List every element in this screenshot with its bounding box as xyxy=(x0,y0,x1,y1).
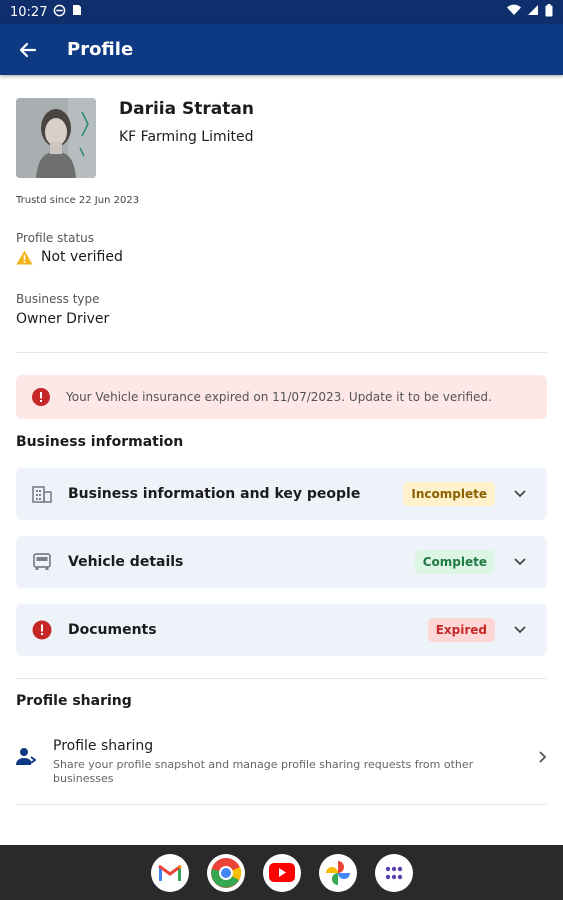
gmail-icon[interactable] xyxy=(150,853,189,892)
card-label: Business information and key people xyxy=(68,486,361,502)
chevron-down-icon[interactable] xyxy=(509,551,531,573)
business-type-value: Owner Driver xyxy=(16,311,110,327)
alert-text: Your Vehicle insurance expired on 11/07/… xyxy=(66,390,492,404)
signal-icon xyxy=(527,4,539,20)
error-icon xyxy=(32,620,52,640)
divider xyxy=(16,804,547,805)
app-bar: Profile xyxy=(0,24,563,75)
status-badge: Expired xyxy=(427,618,495,642)
error-icon xyxy=(32,388,50,406)
profile-sharing-title: Profile sharing xyxy=(16,693,132,709)
share-item-description: Share your profile snapshot and manage p… xyxy=(53,758,474,785)
dock xyxy=(0,845,563,900)
documents-card[interactable]: Documents Expired xyxy=(16,604,547,656)
profile-status-text: Not verified xyxy=(41,249,123,265)
profile-content[interactable]: Dariia Stratan KF Farming Limited Trustd… xyxy=(0,75,563,845)
share-item-title: Profile sharing xyxy=(53,738,154,754)
profile-company: KF Farming Limited xyxy=(119,129,254,145)
vpn-icon xyxy=(53,4,66,21)
truck-icon xyxy=(33,553,51,570)
apps-icon[interactable] xyxy=(374,853,413,892)
status-badge: Complete xyxy=(414,550,495,574)
wifi-icon xyxy=(507,4,521,20)
status-time: 10:27 xyxy=(10,4,48,20)
chrome-icon[interactable] xyxy=(206,853,245,892)
sim-icon xyxy=(72,4,82,20)
warning-icon xyxy=(16,250,33,264)
vehicle-details-card[interactable]: Vehicle details Complete xyxy=(16,536,547,588)
status-badge: Incomplete xyxy=(403,482,495,506)
profile-status-label: Profile status xyxy=(16,231,94,245)
battery-icon xyxy=(545,3,553,21)
page-title: Profile xyxy=(67,39,134,60)
chevron-down-icon[interactable] xyxy=(509,619,531,641)
business-information-title: Business information xyxy=(16,434,184,450)
trusted-since: Trustd since 22 Jun 2023 xyxy=(16,195,140,206)
business-type-label: Business type xyxy=(16,292,100,306)
building-icon xyxy=(32,486,52,503)
profile-name: Dariia Stratan xyxy=(119,99,254,119)
chevron-right-icon xyxy=(539,751,547,763)
avatar xyxy=(16,98,96,178)
photos-icon[interactable] xyxy=(318,853,357,892)
divider xyxy=(16,352,547,353)
profile-sharing-item[interactable]: Profile sharing Share your profile snaps… xyxy=(16,731,547,791)
share-person-icon xyxy=(16,748,37,765)
arrow-back-icon xyxy=(19,42,37,57)
business-info-card[interactable]: Business information and key people Inco… xyxy=(16,468,547,520)
back-button[interactable] xyxy=(16,38,40,62)
chevron-down-icon[interactable] xyxy=(509,483,531,505)
status-bar: 10:27 xyxy=(0,0,563,24)
card-label: Documents xyxy=(68,622,157,638)
insurance-expired-alert: Your Vehicle insurance expired on 11/07/… xyxy=(16,375,547,419)
profile-status-value: Not verified xyxy=(16,249,123,265)
divider xyxy=(16,678,547,679)
card-label: Vehicle details xyxy=(68,554,184,570)
youtube-icon[interactable] xyxy=(262,853,301,892)
